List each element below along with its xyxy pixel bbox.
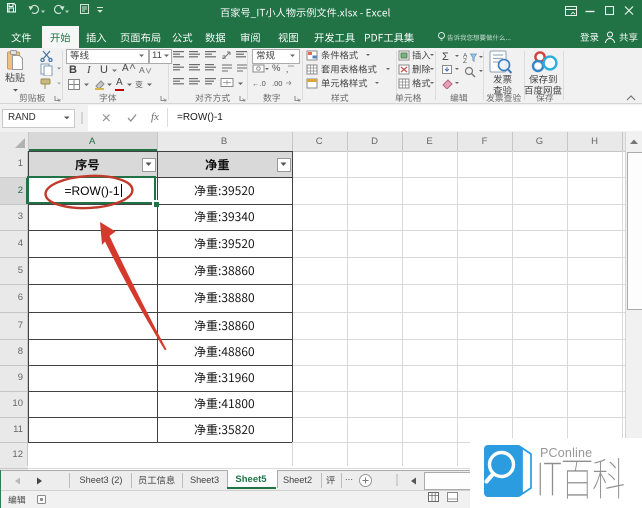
svg-text:,: , xyxy=(286,64,288,74)
svg-text:Z: Z xyxy=(463,58,467,63)
svg-text:←.0: ←.0 xyxy=(252,79,266,88)
svg-text:a: a xyxy=(222,54,226,60)
svg-text:.00: .00 xyxy=(272,79,282,88)
